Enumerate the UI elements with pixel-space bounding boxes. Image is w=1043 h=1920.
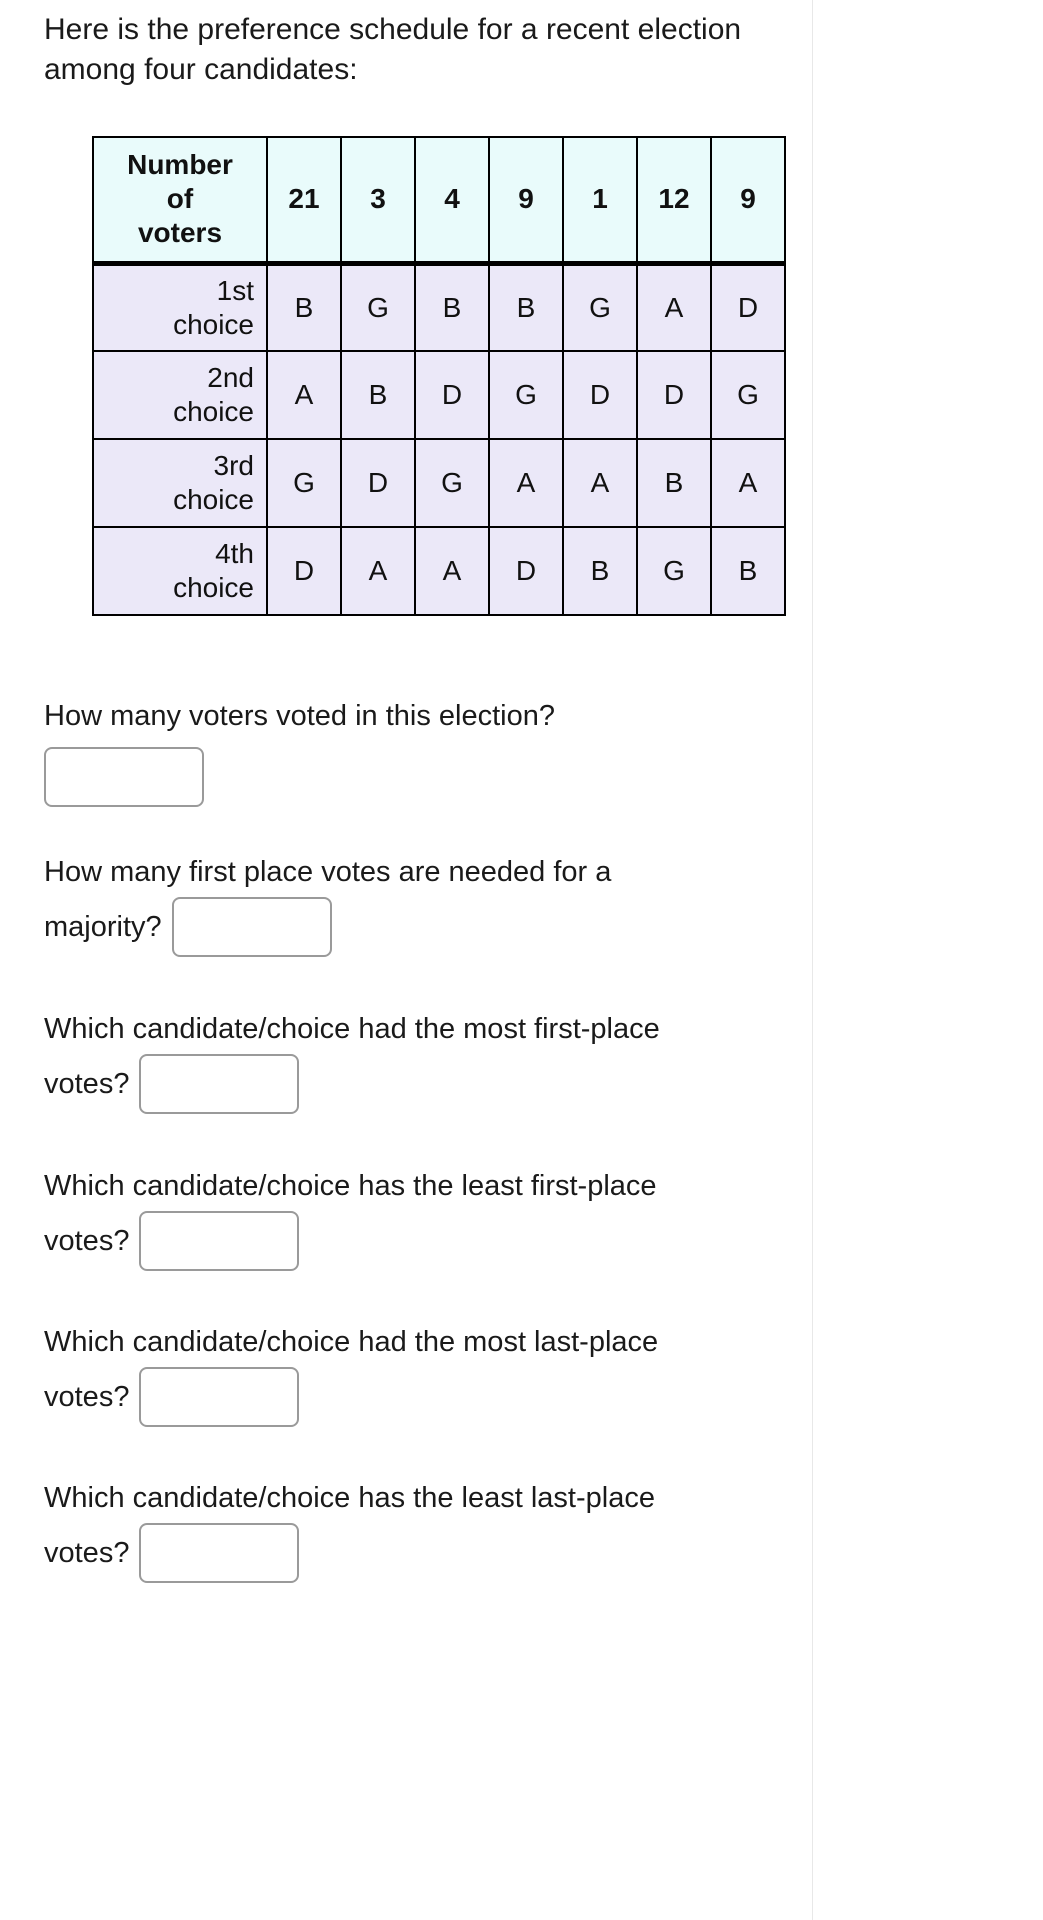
header-label-line-2: of	[166, 183, 194, 215]
voter-count-cell-6: 12	[636, 136, 712, 266]
cell-r2-c6: D	[636, 350, 712, 440]
row-label-3rd-choice: 3rd choice	[92, 438, 268, 528]
question-least-last-place: Which candidate/choice has the least las…	[44, 1478, 804, 1584]
question-majority-votes-label-cont: majority?	[44, 910, 162, 943]
question-most-first-place-label-cont: votes?	[44, 1067, 130, 1100]
question-total-voters-label: How many voters voted in this election?	[44, 700, 555, 732]
question-most-last-place-label-cont: votes?	[44, 1380, 130, 1413]
row-label-line-2: choice	[173, 396, 254, 427]
question-total-voters: How many voters voted in this election?	[44, 696, 804, 808]
cell-r1-c6: A	[636, 262, 712, 352]
voter-count-cell-4: 9	[488, 136, 564, 266]
worksheet-page: Here is the preference schedule for a re…	[0, 0, 1043, 1920]
row-label-line-2: choice	[173, 308, 254, 340]
cell-r3-c2: D	[340, 438, 416, 528]
row-label-line-1: 3rd	[213, 450, 254, 482]
cell-r3-c7: A	[710, 438, 786, 528]
row-label-1st-choice: 1st choice	[92, 262, 268, 352]
row-label-line-1: 1st	[216, 275, 254, 307]
question-most-last-place-label: Which candidate/choice had the most last…	[44, 1326, 659, 1358]
cell-r3-c3: G	[414, 438, 490, 528]
question-least-last-place-label: Which candidate/choice has the least las…	[44, 1482, 655, 1514]
cell-r4-c4: D	[488, 526, 564, 616]
cell-r1-c2: G	[340, 262, 416, 352]
cell-r2-c4: G	[488, 350, 564, 440]
answer-input-most-last-place[interactable]	[139, 1367, 300, 1428]
voter-count-cell-2: 3	[340, 136, 416, 266]
row-label-2nd-choice: 2nd choice	[92, 350, 268, 440]
cell-r4-c2: A	[340, 526, 416, 616]
cell-r3-c5: A	[562, 438, 638, 528]
table-row-1st-choice: 1st choice B G B B G A D	[92, 262, 786, 352]
answer-input-total-voters[interactable]	[44, 747, 204, 808]
question-least-first-place-label-cont: votes?	[44, 1224, 130, 1257]
question-most-first-place-label: Which candidate/choice had the most firs…	[44, 1013, 660, 1045]
cell-r2-c2: B	[340, 350, 416, 440]
row-label-line-1: 2nd	[207, 362, 254, 394]
question-most-last-place: Which candidate/choice had the most last…	[44, 1322, 804, 1428]
header-label-line-1: Number	[127, 149, 233, 181]
question-majority-votes-label: How many first place votes are needed fo…	[44, 856, 612, 888]
cell-r3-c6: B	[636, 438, 712, 528]
voter-count-cell-1: 21	[266, 136, 342, 266]
cell-r2-c3: D	[414, 350, 490, 440]
cell-r4-c1: D	[266, 526, 342, 616]
table-row-2nd-choice: 2nd choice A B D G D D G	[92, 350, 786, 440]
answer-input-most-first-place[interactable]	[139, 1054, 300, 1115]
cell-r2-c1: A	[266, 350, 342, 440]
cell-r1-c5: G	[562, 262, 638, 352]
table-header: Number of voters 21 3 4 9 1 12 9	[92, 136, 786, 266]
row-label-line-2: choice	[173, 572, 254, 603]
row-label-4th-choice: 4th choice	[92, 526, 268, 616]
cell-r3-c1: G	[266, 438, 342, 528]
voter-count-cell-3: 4	[414, 136, 490, 266]
cell-r1-c1: B	[266, 262, 342, 352]
question-least-first-place-label: Which candidate/choice has the least fir…	[44, 1170, 657, 1202]
preference-schedule-table: Number of voters 21 3 4 9 1 12 9 1st cho…	[92, 136, 786, 616]
intro-text: Here is the preference schedule for a re…	[44, 13, 742, 86]
cell-r2-c5: D	[562, 350, 638, 440]
cell-r4-c3: A	[414, 526, 490, 616]
voter-count-cell-5: 1	[562, 136, 638, 266]
header-number-of-voters-label: Number of voters	[92, 136, 268, 266]
table-row-3rd-choice: 3rd choice G D G A A B A	[92, 438, 786, 528]
question-majority-votes: How many first place votes are needed fo…	[44, 852, 804, 958]
cell-r4-c7: B	[710, 526, 786, 616]
question-least-first-place: Which candidate/choice has the least fir…	[44, 1166, 804, 1272]
table-row-4th-choice: 4th choice D A A D B G B	[92, 526, 786, 616]
table-body: 1st choice B G B B G A D 2nd choice A B …	[92, 262, 786, 616]
cell-r1-c4: B	[488, 262, 564, 352]
cell-r3-c4: A	[488, 438, 564, 528]
header-label-line-3: voters	[137, 217, 223, 249]
cell-r4-c6: G	[636, 526, 712, 616]
cell-r1-c3: B	[414, 262, 490, 352]
table-header-row: Number of voters 21 3 4 9 1 12 9	[92, 136, 786, 266]
cell-r1-c7: D	[710, 262, 786, 352]
cell-r4-c5: B	[562, 526, 638, 616]
row-label-line-2: choice	[173, 484, 254, 515]
answer-input-majority-votes[interactable]	[171, 897, 332, 958]
voter-count-cell-7: 9	[710, 136, 786, 266]
question-most-first-place: Which candidate/choice had the most firs…	[44, 1009, 804, 1115]
preference-schedule-table-container: Number of voters 21 3 4 9 1 12 9 1st cho…	[92, 136, 786, 616]
answer-input-least-last-place[interactable]	[139, 1523, 300, 1584]
content-edge-divider	[812, 0, 813, 1920]
cell-r2-c7: G	[710, 350, 786, 440]
question-least-last-place-label-cont: votes?	[44, 1536, 130, 1569]
row-label-line-1: 4th	[215, 538, 254, 570]
answer-input-least-first-place[interactable]	[139, 1211, 300, 1272]
